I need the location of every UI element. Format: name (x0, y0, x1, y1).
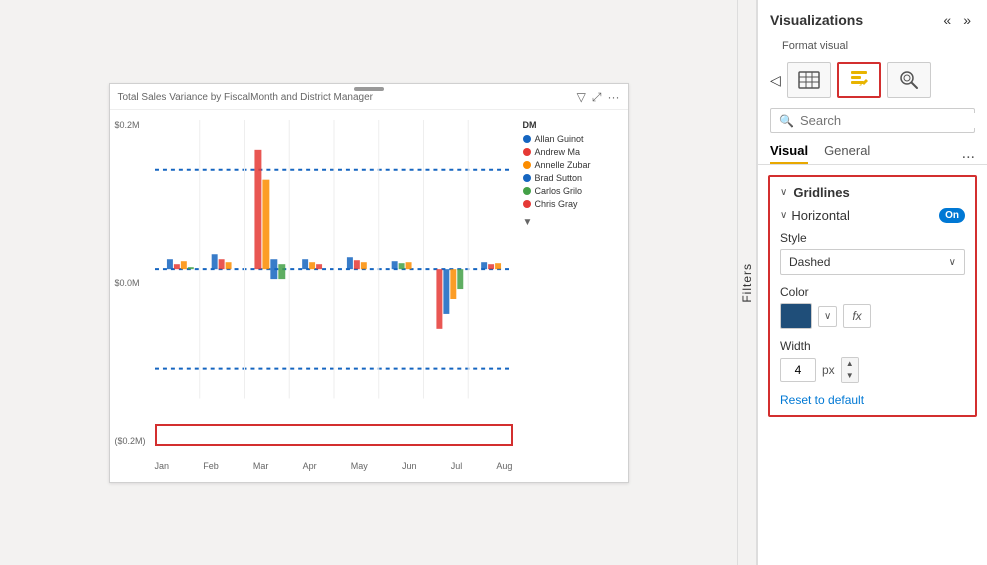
horizontal-toggle[interactable]: On (939, 208, 965, 223)
width-stepper: ▲ ▼ (841, 357, 859, 383)
legend-label-2: Andrew Ma (535, 147, 581, 157)
horizontal-subsection-header: ∨ Horizontal On (780, 208, 965, 223)
legend-title: DM (523, 120, 623, 130)
legend-item: Brad Sutton (523, 173, 623, 183)
x-label: May (351, 461, 368, 471)
y-label-mid: $0.0M (115, 278, 146, 288)
width-label: Width (780, 339, 965, 353)
color-chevron[interactable]: ∨ (818, 306, 837, 327)
tab-more[interactable]: ... (962, 145, 975, 163)
y-label-bot: ($0.2M) (115, 436, 146, 446)
legend-item: Carlos Grilo (523, 186, 623, 196)
horizontal-title-group: ∨ Horizontal (780, 208, 850, 223)
color-swatch[interactable] (780, 303, 812, 329)
x-axis: Jan Feb Mar Apr May Jun Jul Aug (155, 461, 513, 471)
nav-back-icon[interactable]: ◁ (770, 72, 781, 89)
style-label: Style (780, 231, 965, 245)
legend-dot-3 (523, 161, 531, 169)
nav-left-icon[interactable]: « (939, 10, 955, 30)
width-row: px ▲ ▼ (780, 357, 965, 383)
x-label: Jan (155, 461, 170, 471)
chart-body: $0.2M $0.0M ($0.2M) (110, 110, 628, 476)
width-form-row: Width px ▲ ▼ (780, 339, 965, 383)
tab-general[interactable]: General (824, 143, 870, 164)
width-decrement[interactable]: ▼ (842, 370, 858, 382)
style-form-row: Style Dashed ∨ (780, 231, 965, 275)
legend-label-6: Chris Gray (535, 199, 578, 209)
filters-label: Filters (740, 263, 754, 303)
x-label: Aug (496, 461, 512, 471)
gridlines-section-header[interactable]: ∨ Gridlines (780, 185, 965, 200)
chart-svg (155, 120, 513, 418)
legend-label-3: Annelle Zubar (535, 160, 591, 170)
tab-visual[interactable]: Visual (770, 143, 808, 164)
reset-default-link[interactable]: Reset to default (780, 393, 965, 407)
resize-handle[interactable] (354, 87, 384, 91)
gridlines-title: Gridlines (793, 185, 849, 200)
style-select[interactable]: Dashed ∨ (780, 249, 965, 275)
width-increment[interactable]: ▲ (842, 358, 858, 370)
legend-dot-4 (523, 174, 531, 182)
table-viz-button[interactable] (787, 62, 831, 98)
chart-title: Total Sales Variance by FiscalMonth and … (118, 92, 373, 103)
legend-item: Annelle Zubar (523, 160, 623, 170)
x-label: Jun (402, 461, 417, 471)
color-form-row: Color ∨ fx (780, 285, 965, 329)
x-label: Mar (253, 461, 269, 471)
viz-panel-title: Visualizations (770, 12, 863, 28)
legend-dot-2 (523, 148, 531, 156)
horizontal-chevron: ∨ (780, 210, 787, 221)
x-label: Jul (451, 461, 463, 471)
viz-nav-icons: « » (939, 10, 975, 30)
x-label: Feb (203, 461, 219, 471)
format-viz-button[interactable] (837, 62, 881, 98)
chart-container: Total Sales Variance by FiscalMonth and … (109, 83, 629, 483)
filters-panel[interactable]: Filters (737, 0, 757, 565)
format-visual-section: Format visual ◁ (758, 36, 987, 102)
color-row: ∨ fx (780, 303, 965, 329)
chart-plot: $0.2M $0.0M ($0.2M) (110, 110, 518, 476)
more-icon[interactable]: ··· (608, 90, 620, 104)
search-icon: 🔍 (779, 114, 794, 128)
legend-dot-5 (523, 187, 531, 195)
legend-dot-1 (523, 135, 531, 143)
filter-icon[interactable]: ▽ (577, 90, 586, 104)
y-axis: $0.2M $0.0M ($0.2M) (115, 120, 146, 446)
legend-item: Chris Gray (523, 199, 623, 209)
legend-dot-6 (523, 200, 531, 208)
format-visual-label: Format visual (770, 38, 975, 58)
chart-legend: DM Allan Guinot Andrew Ma Annelle Zubar … (518, 110, 628, 476)
viz-panel: Visualizations « » Format visual ◁ (757, 0, 987, 565)
chart-selection-outline (155, 424, 513, 446)
legend-scroll-down[interactable]: ▼ (523, 217, 623, 228)
width-input[interactable] (780, 358, 816, 382)
legend-label-1: Allan Guinot (535, 134, 584, 144)
expand-icon[interactable]: ⤢ (592, 90, 602, 105)
legend-label-4: Brad Sutton (535, 173, 583, 183)
viz-panel-header: Visualizations « » (758, 0, 987, 36)
width-unit: px (822, 363, 835, 377)
fx-button[interactable]: fx (843, 304, 870, 328)
tabs-row: Visual General ... (758, 139, 987, 165)
chart-area: Total Sales Variance by FiscalMonth and … (0, 0, 737, 565)
gridlines-chevron: ∨ (780, 187, 787, 198)
color-label: Color (780, 285, 965, 299)
search-box[interactable]: 🔍 (770, 108, 975, 133)
style-chevron: ∨ (949, 257, 956, 268)
y-label-top: $0.2M (115, 120, 146, 130)
search-input[interactable] (800, 113, 976, 128)
nav-right-icon[interactable]: » (959, 10, 975, 30)
analytics-viz-button[interactable] (887, 62, 931, 98)
chart-icons: ▽ ⤢ ··· (577, 90, 620, 105)
legend-label-5: Carlos Grilo (535, 186, 583, 196)
legend-item: Andrew Ma (523, 147, 623, 157)
style-value: Dashed (789, 255, 830, 269)
gridlines-section: ∨ Gridlines ∨ Horizontal On Style Dashed… (768, 175, 977, 417)
legend-item: Allan Guinot (523, 134, 623, 144)
horizontal-title: Horizontal (791, 208, 850, 223)
x-label: Apr (303, 461, 317, 471)
